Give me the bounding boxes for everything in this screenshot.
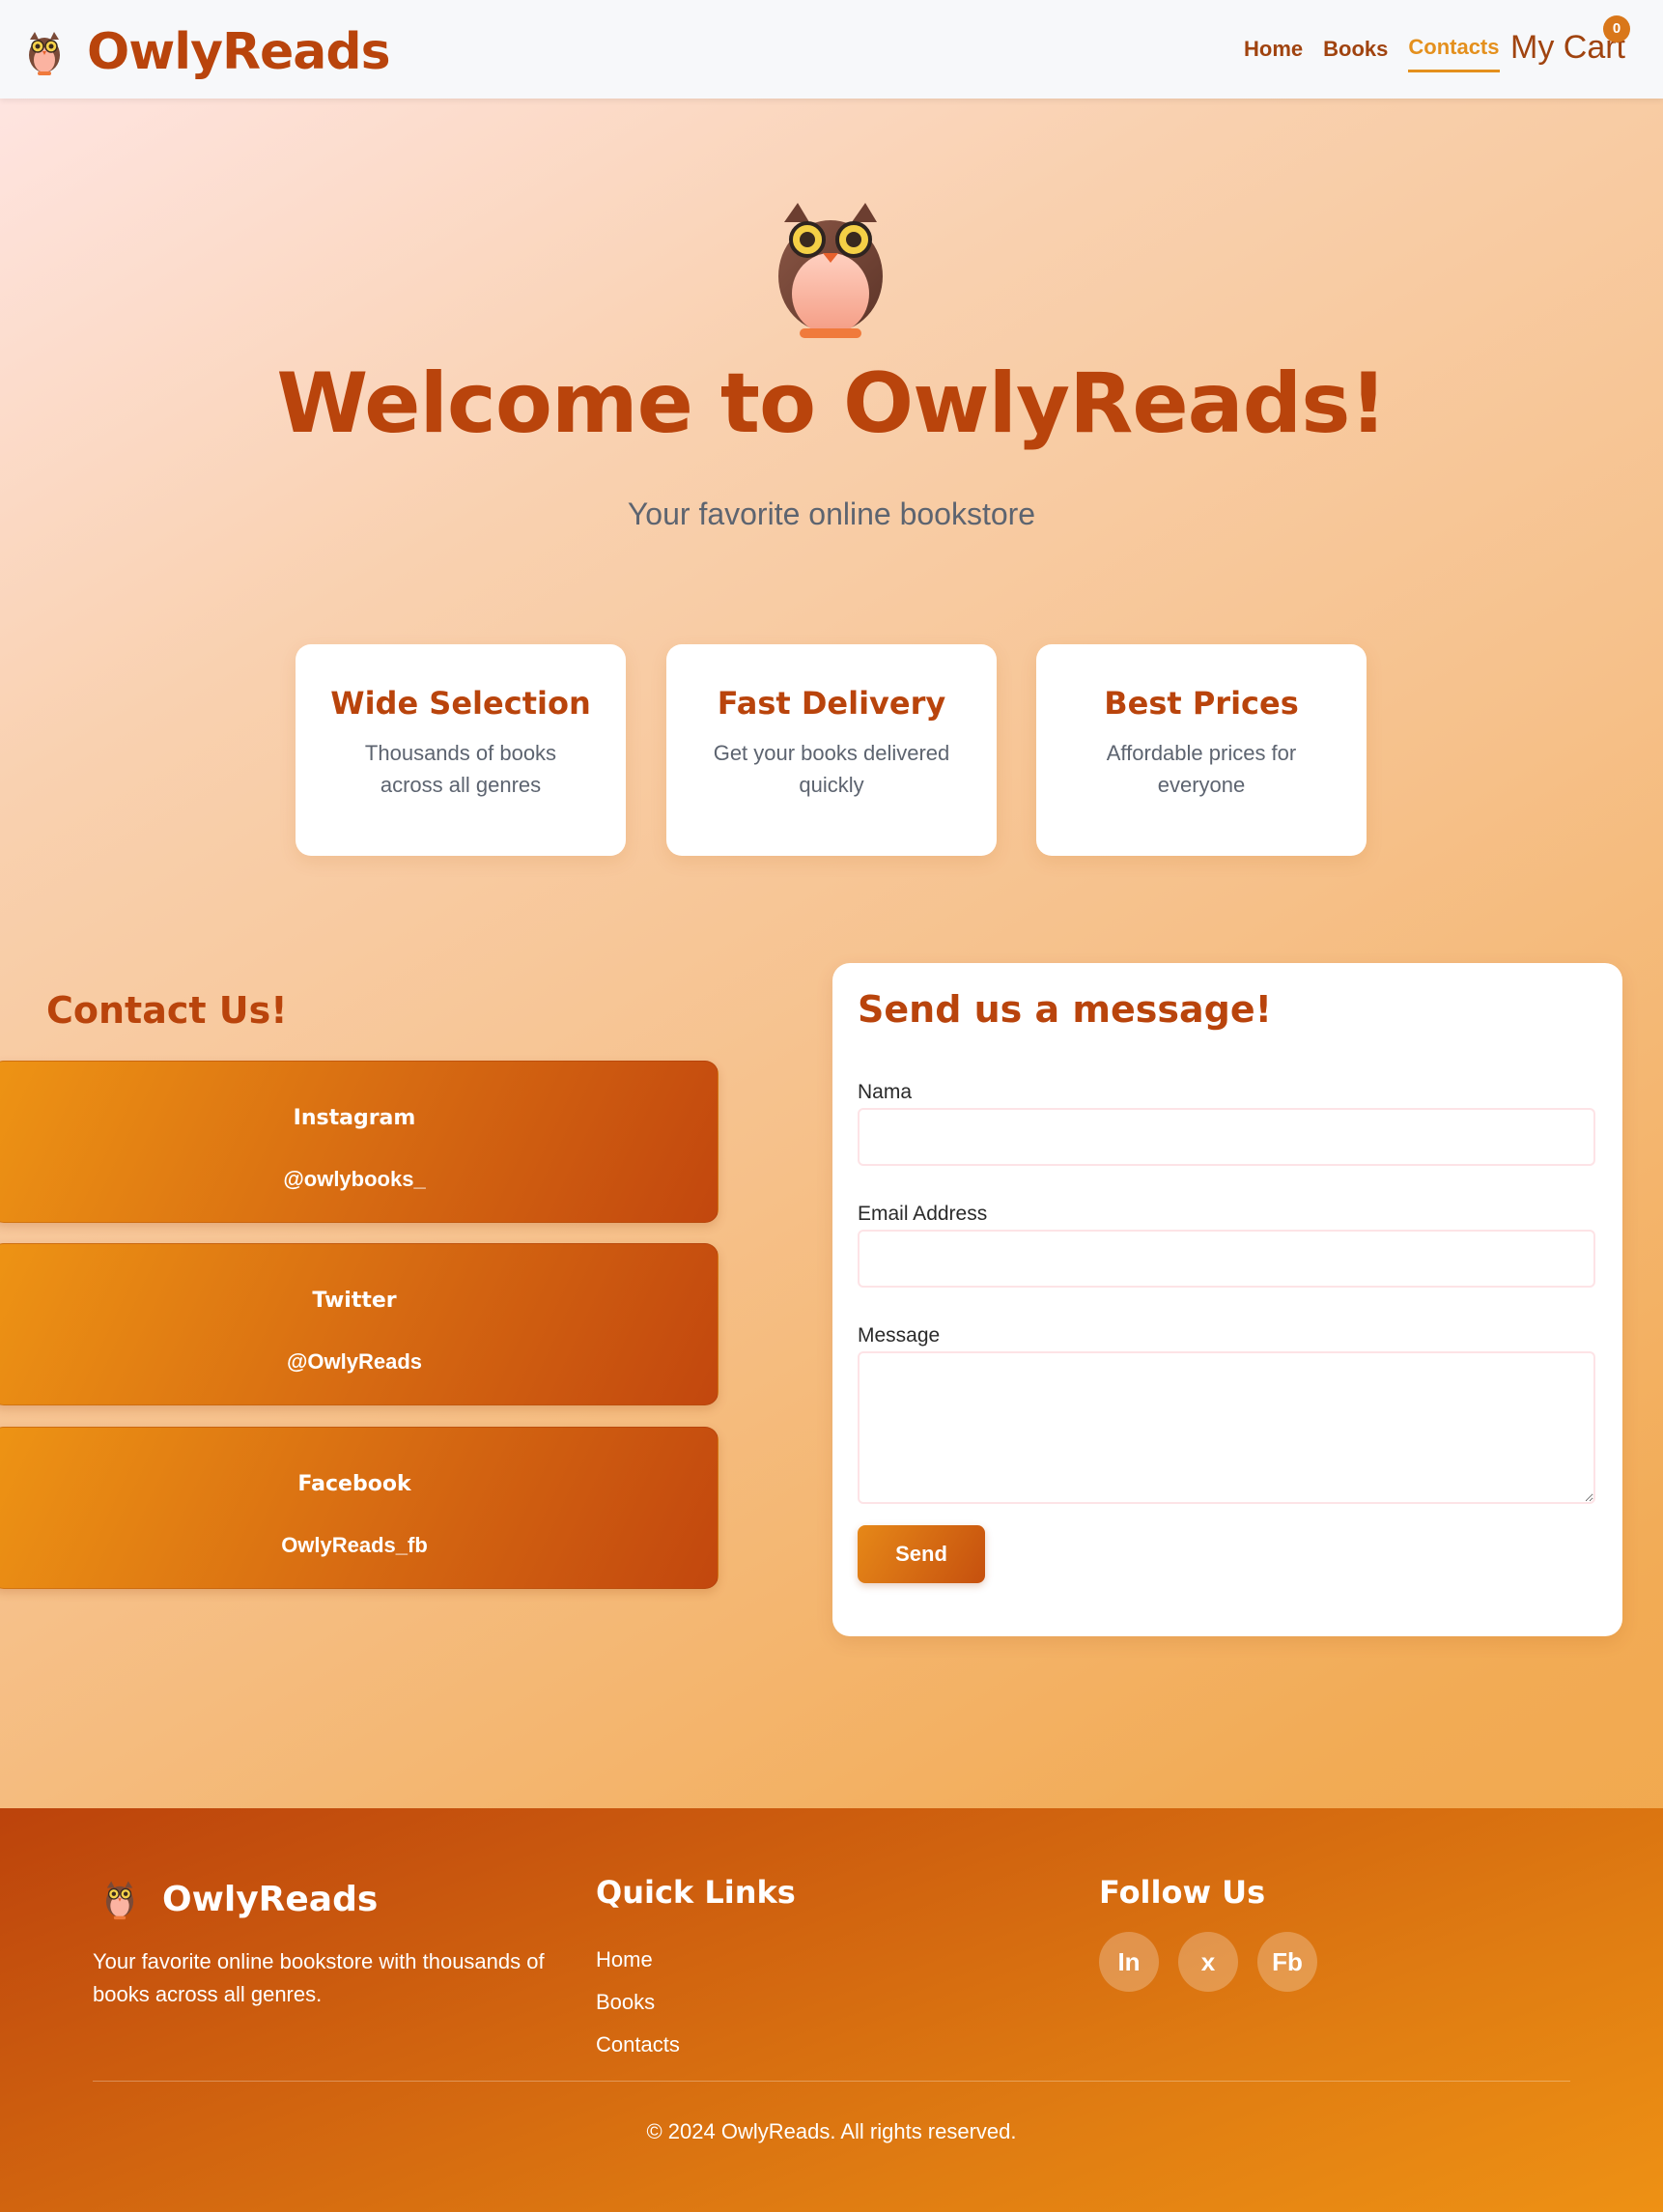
quick-links-title: Quick Links bbox=[596, 1874, 796, 1911]
feature-desc: Affordable prices for everyone bbox=[1106, 741, 1297, 797]
footer-home-link[interactable]: Home bbox=[596, 1947, 653, 1972]
footer-brand-name: OwlyReads bbox=[162, 1879, 379, 1919]
feature-title: Wide Selection bbox=[330, 685, 591, 722]
feature-card-selection: Wide Selection Thousands of books across… bbox=[296, 644, 626, 856]
hero-title: Welcome to OwlyReads! bbox=[276, 355, 1387, 452]
brand-name: OwlyReads bbox=[87, 23, 391, 81]
social-handle: OwlyReads_fb bbox=[281, 1533, 428, 1557]
message-field[interactable] bbox=[858, 1351, 1595, 1504]
nav-contacts-link[interactable]: Contacts bbox=[1408, 35, 1500, 72]
facebook-icon[interactable]: Fb bbox=[1257, 1932, 1317, 1992]
footer-books-link[interactable]: Books bbox=[596, 1990, 655, 2015]
copyright: © 2024 OwlyReads. All rights reserved. bbox=[646, 2119, 1017, 2143]
footer-divider bbox=[93, 2081, 1570, 2082]
name-field[interactable] bbox=[858, 1108, 1595, 1166]
instagram-card[interactable]: Instagram @owlybooks_ bbox=[0, 1061, 719, 1223]
hero-subtitle: Your favorite online bookstore bbox=[627, 496, 1036, 531]
x-icon[interactable]: x bbox=[1178, 1932, 1238, 1992]
linkedin-icon[interactable]: In bbox=[1099, 1932, 1159, 1992]
social-handle: @owlybooks_ bbox=[283, 1167, 426, 1191]
feature-title: Best Prices bbox=[1104, 685, 1299, 722]
form-title: Send us a message! bbox=[858, 988, 1272, 1031]
feature-desc: Thousands of books across all genres bbox=[364, 741, 557, 797]
send-button[interactable]: Send bbox=[858, 1525, 985, 1583]
contact-title: Contact Us! bbox=[46, 989, 288, 1032]
navbar: OwlyReads Home Books Contacts My Cart 0 bbox=[0, 0, 1663, 99]
feature-card-prices: Best Prices Affordable prices for everyo… bbox=[1036, 644, 1367, 856]
email-field[interactable] bbox=[858, 1230, 1595, 1288]
owl-hero-icon bbox=[778, 203, 883, 338]
feature-card-delivery: Fast Delivery Get your books delivered q… bbox=[666, 644, 997, 856]
name-label: Nama bbox=[858, 1081, 913, 1103]
feature-desc: Get your books delivered quickly bbox=[713, 741, 950, 797]
cart-count-badge: 0 bbox=[1603, 15, 1630, 43]
nav-books-link[interactable]: Books bbox=[1323, 37, 1388, 71]
email-label: Email Address bbox=[858, 1203, 988, 1225]
twitter-card[interactable]: Twitter @OwlyReads bbox=[0, 1243, 719, 1405]
social-name: Instagram bbox=[293, 1106, 416, 1130]
social-handle: @OwlyReads bbox=[286, 1349, 423, 1374]
footer-contacts-link[interactable]: Contacts bbox=[596, 2032, 680, 2057]
follow-us-title: Follow Us bbox=[1099, 1874, 1266, 1911]
owl-logo-icon bbox=[29, 32, 60, 75]
feature-title: Fast Delivery bbox=[717, 685, 946, 722]
message-label: Message bbox=[858, 1324, 941, 1347]
footer-description: Your favorite online bookstore with thou… bbox=[93, 1949, 545, 2006]
owl-logo-icon bbox=[105, 1881, 134, 1920]
footer-brand: OwlyReads bbox=[102, 1878, 378, 1920]
nav-home-link[interactable]: Home bbox=[1244, 37, 1303, 71]
footer: OwlyReads Your favorite online bookstore… bbox=[0, 1808, 1663, 2212]
social-name: Facebook bbox=[297, 1472, 411, 1496]
social-name: Twitter bbox=[312, 1289, 397, 1313]
facebook-card[interactable]: Facebook OwlyReads_fb bbox=[0, 1427, 719, 1589]
brand[interactable]: OwlyReads bbox=[25, 23, 391, 81]
message-form: Send us a message! Nama Email Address Me… bbox=[832, 963, 1622, 1636]
nav-links: Home Books Contacts bbox=[1244, 35, 1520, 72]
